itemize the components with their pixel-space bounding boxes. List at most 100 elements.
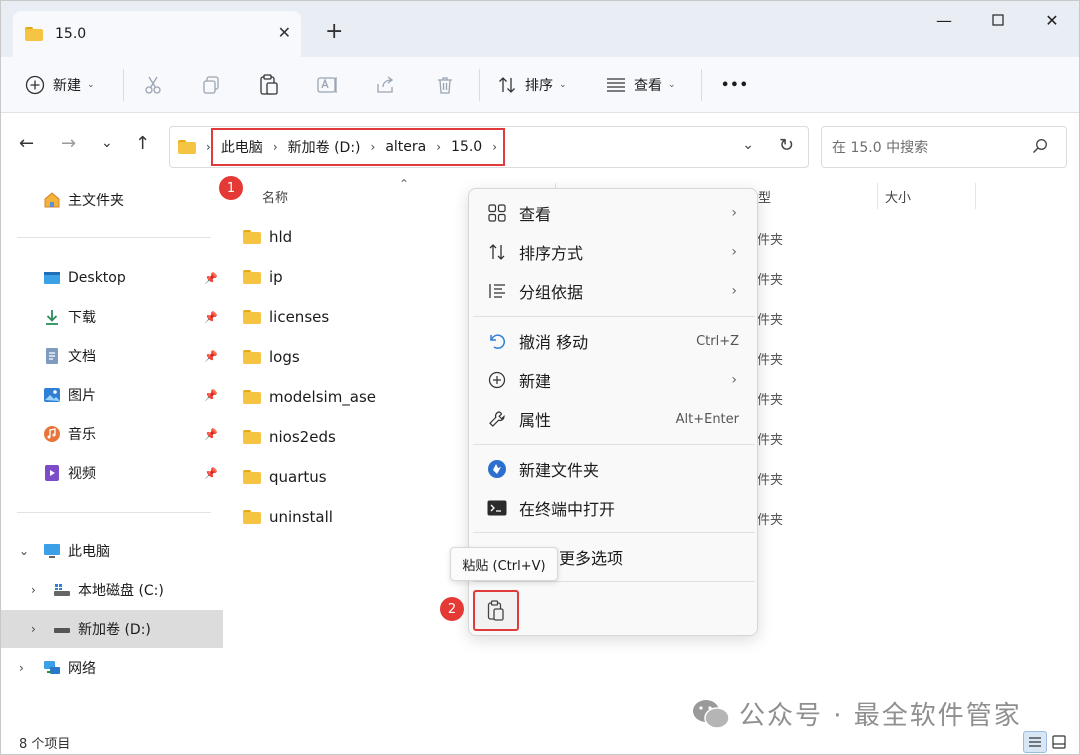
chevron-right-icon[interactable]: ›: [19, 661, 24, 675]
sidebar-item-label: 本地磁盘 (C:): [78, 583, 164, 599]
chevron-down-icon[interactable]: ⌄: [19, 544, 29, 558]
sidebar-item-label: 图片: [68, 388, 96, 404]
sidebar-item-label: 视频: [68, 466, 96, 482]
file-name: logs: [269, 348, 300, 366]
view-button[interactable]: 查看 ⌄: [606, 57, 676, 113]
rename-icon: [317, 77, 337, 93]
file-row[interactable]: uninstall: [243, 499, 333, 535]
close-tab-icon[interactable]: ✕: [278, 23, 291, 42]
sidebar-item-music[interactable]: 音乐 📌: [1, 415, 223, 453]
menu-item-properties[interactable]: 属性 Alt+Enter: [473, 400, 755, 438]
search-input[interactable]: 在 15.0 中搜索: [821, 126, 1067, 168]
menu-item-undo-move[interactable]: 撤消 移动 Ctrl+Z: [473, 322, 755, 360]
chevron-right-icon: ›: [731, 372, 737, 388]
folder-icon: [243, 230, 261, 244]
file-explorer-window: 15.0 ✕ + — ✕ 新建 ⌄ 排序 ⌄ 查看 ⌄ ••• ← → ⌄ ↑ …: [0, 0, 1080, 755]
file-row[interactable]: hld: [243, 219, 292, 255]
sidebar-item-label: 此电脑: [68, 544, 110, 560]
pin-icon[interactable]: 📌: [204, 467, 218, 480]
toolbar-divider: [701, 69, 702, 101]
tab-15-0[interactable]: 15.0 ✕: [13, 11, 301, 57]
file-row[interactable]: logs: [243, 339, 300, 375]
sidebar-item-home[interactable]: 主文件夹: [1, 181, 223, 219]
rename-button[interactable]: [317, 57, 339, 113]
paste-button[interactable]: [473, 590, 519, 631]
menu-item-label: 属性: [519, 411, 552, 430]
file-row[interactable]: ip: [243, 259, 283, 295]
sidebar-item-pictures[interactable]: 图片 📌: [1, 376, 223, 414]
menu-item-label: 分组依据: [519, 283, 584, 302]
sidebar-item-drive-c[interactable]: › 本地磁盘 (C:): [1, 571, 223, 609]
paste-toolbar-button[interactable]: [259, 57, 279, 113]
back-arrow-icon[interactable]: ←: [19, 133, 34, 154]
file-row[interactable]: modelsim_ase: [243, 379, 376, 415]
folder-icon: [243, 350, 261, 364]
address-dropdown-chevron-icon[interactable]: ⌄: [742, 137, 754, 153]
pin-icon[interactable]: 📌: [204, 272, 218, 285]
menu-item-sort[interactable]: 排序方式 ›: [473, 233, 755, 271]
minimize-icon[interactable]: —: [917, 1, 971, 39]
chevron-right-icon: ›: [731, 244, 737, 260]
delete-button[interactable]: [435, 57, 455, 113]
folder-icon: [243, 270, 261, 284]
file-row[interactable]: licenses: [243, 299, 329, 335]
sidebar-item-label: 文档: [68, 349, 96, 365]
menu-divider: [473, 444, 755, 445]
sidebar-item-videos[interactable]: 视频 📌: [1, 454, 223, 492]
trash-icon: [438, 77, 452, 94]
share-button[interactable]: [375, 57, 395, 113]
menu-item-new-folder[interactable]: 新建文件夹: [473, 450, 755, 488]
column-header-name[interactable]: 名称: [262, 187, 288, 206]
column-header-size[interactable]: 大小: [885, 187, 911, 206]
column-header-type[interactable]: 型: [758, 187, 771, 206]
file-row[interactable]: quartus: [243, 459, 327, 495]
menu-item-open-terminal[interactable]: 在终端中打开: [473, 489, 755, 527]
file-row[interactable]: nios2eds: [243, 419, 336, 455]
chevron-right-icon[interactable]: ›: [31, 583, 36, 597]
up-arrow-icon[interactable]: ↑: [135, 133, 150, 154]
column-divider[interactable]: [975, 183, 976, 209]
maximize-icon[interactable]: [971, 1, 1025, 39]
menu-item-label: 查看: [519, 205, 552, 224]
sidebar-item-desktop[interactable]: Desktop 📌: [1, 259, 223, 297]
folder-icon: [178, 140, 196, 154]
home-icon: [44, 192, 60, 208]
sidebar-item-this-pc[interactable]: ⌄ 此电脑: [1, 532, 223, 570]
search-icon: [1032, 139, 1047, 154]
copy-icon: [203, 76, 219, 94]
sort-button[interactable]: 排序 ⌄: [497, 57, 567, 113]
details-view-icon[interactable]: [1023, 731, 1047, 753]
more-options-button[interactable]: •••: [721, 57, 749, 113]
paste-tooltip: 粘贴 (Ctrl+V): [450, 547, 558, 581]
pin-icon[interactable]: 📌: [204, 311, 218, 324]
sidebar-item-drive-d[interactable]: › 新加卷 (D:): [1, 610, 223, 648]
menu-item-group-by[interactable]: 分组依据 ›: [473, 272, 755, 310]
cut-button[interactable]: [143, 57, 163, 113]
menu-item-view[interactable]: 查看 ›: [473, 194, 755, 232]
menu-item-label: 新建: [519, 372, 552, 391]
recent-locations-chevron-icon[interactable]: ⌄: [101, 135, 113, 151]
menu-item-label: 更多选项: [559, 549, 624, 568]
menu-item-new[interactable]: 新建 ›: [473, 361, 755, 399]
terminal-icon: [487, 498, 507, 518]
new-button[interactable]: 新建 ⌄: [25, 57, 95, 113]
folder-icon: [243, 310, 261, 324]
pin-icon[interactable]: 📌: [204, 389, 218, 402]
picture-icon: [44, 388, 60, 402]
forward-arrow-icon[interactable]: →: [61, 133, 76, 154]
file-type: 件夹: [757, 433, 784, 448]
sidebar-item-label: 下载: [68, 310, 96, 326]
pin-icon[interactable]: 📌: [204, 350, 218, 363]
tiles-view-icon[interactable]: [1047, 731, 1071, 753]
column-divider[interactable]: [877, 183, 878, 209]
sidebar-item-documents[interactable]: 文档 📌: [1, 337, 223, 375]
sidebar-item-downloads[interactable]: 下载 📌: [1, 298, 223, 336]
chevron-right-icon[interactable]: ›: [31, 622, 36, 636]
menu-item-label: 排序方式: [519, 244, 584, 263]
copy-button[interactable]: [201, 57, 221, 113]
sidebar-item-network[interactable]: › 网络: [1, 649, 223, 687]
refresh-icon[interactable]: ↻: [779, 135, 794, 156]
close-window-icon[interactable]: ✕: [1025, 1, 1079, 39]
pin-icon[interactable]: 📌: [204, 428, 218, 441]
new-tab-icon[interactable]: +: [325, 19, 343, 44]
